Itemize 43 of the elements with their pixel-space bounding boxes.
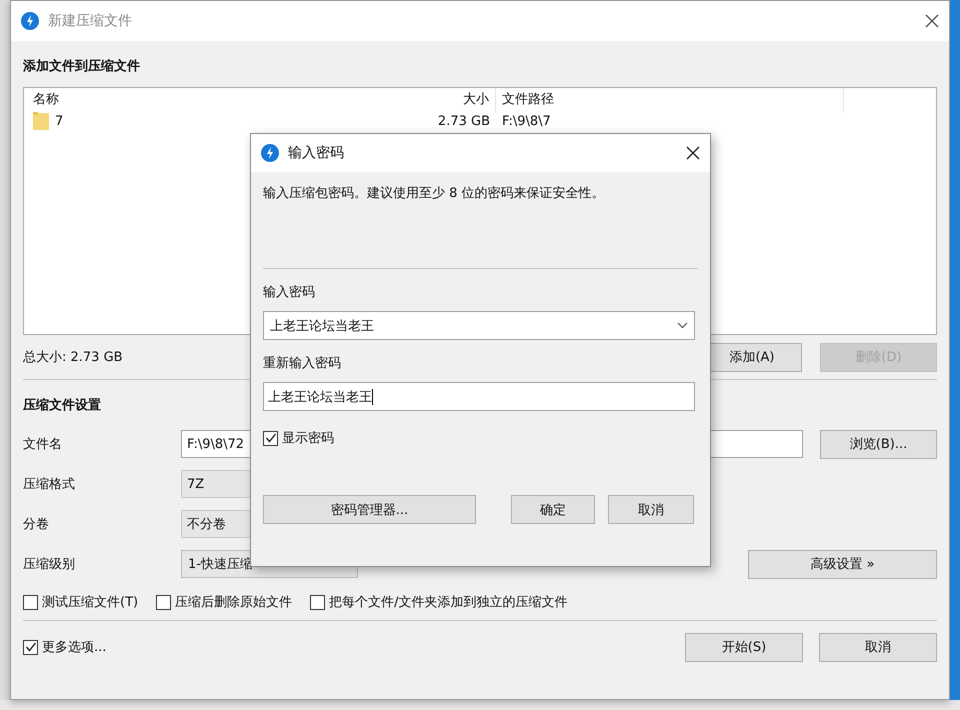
dialog-message: 输入压缩包密码。建议使用至少 8 位的密码来保证安全性。 — [263, 185, 606, 203]
password-field[interactable]: 上老王论坛当老王 — [263, 382, 695, 411]
checkbox-label: 把每个文件/文件夹添加到独立的压缩文件 — [329, 594, 568, 611]
dialog-button[interactable]: 取消 — [608, 495, 694, 524]
file-name: 7 — [55, 114, 64, 128]
field-label: 重新输入密码 — [263, 355, 342, 373]
section-heading: 添加文件到压缩文件 — [23, 58, 140, 76]
close-icon[interactable] — [925, 14, 939, 28]
dialog-title: 输入密码 — [288, 144, 345, 162]
checkbox[interactable] — [310, 594, 326, 610]
dialog-button[interactable]: 确定 — [511, 495, 595, 524]
field-label: 分卷 — [23, 517, 49, 532]
window-title: 新建压缩文件 — [48, 12, 133, 30]
column-header[interactable]: 大小 — [376, 88, 496, 112]
dialog-button[interactable]: 密码管理器... — [263, 495, 476, 524]
file-path: F:\9\8\7 — [501, 114, 552, 128]
checkbox[interactable] — [156, 594, 172, 610]
section-heading: 压缩文件设置 — [23, 396, 101, 415]
settings-button[interactable]: 浏览(B)... — [820, 430, 937, 458]
settings-button[interactable]: 高级设置 » — [748, 550, 937, 578]
field-label: 压缩格式 — [23, 477, 75, 492]
app-logo-icon — [21, 12, 39, 30]
field-label: 压缩级别 — [23, 557, 75, 572]
total-size: 总大小: 2.73 GB — [23, 350, 123, 365]
chevron-down-icon[interactable] — [677, 322, 688, 329]
checkbox-label: 更多选项... — [42, 639, 106, 656]
file-size: 2.73 GB — [436, 114, 491, 128]
checkbox-label: 压缩后删除原始文件 — [175, 594, 292, 611]
column-header[interactable]: 文件路径 — [496, 88, 844, 112]
checkbox[interactable] — [263, 430, 278, 446]
checkbox-label: 显示密码 — [282, 430, 334, 447]
folder-icon — [33, 112, 49, 130]
footer-button[interactable]: 开始(S) — [685, 632, 803, 662]
checkbox-label: 测试压缩文件(T) — [42, 594, 138, 611]
password-field[interactable]: 上老王论坛当老王 — [263, 311, 695, 340]
field-label: 文件名 — [23, 437, 62, 452]
footer-button[interactable]: 取消 — [819, 632, 937, 662]
field-label: 输入密码 — [263, 284, 316, 302]
column-header[interactable]: 名称 — [24, 88, 376, 112]
close-icon[interactable] — [686, 146, 700, 160]
checkbox[interactable] — [23, 594, 38, 610]
app-logo-icon — [261, 144, 279, 162]
checkbox[interactable] — [23, 640, 38, 654]
